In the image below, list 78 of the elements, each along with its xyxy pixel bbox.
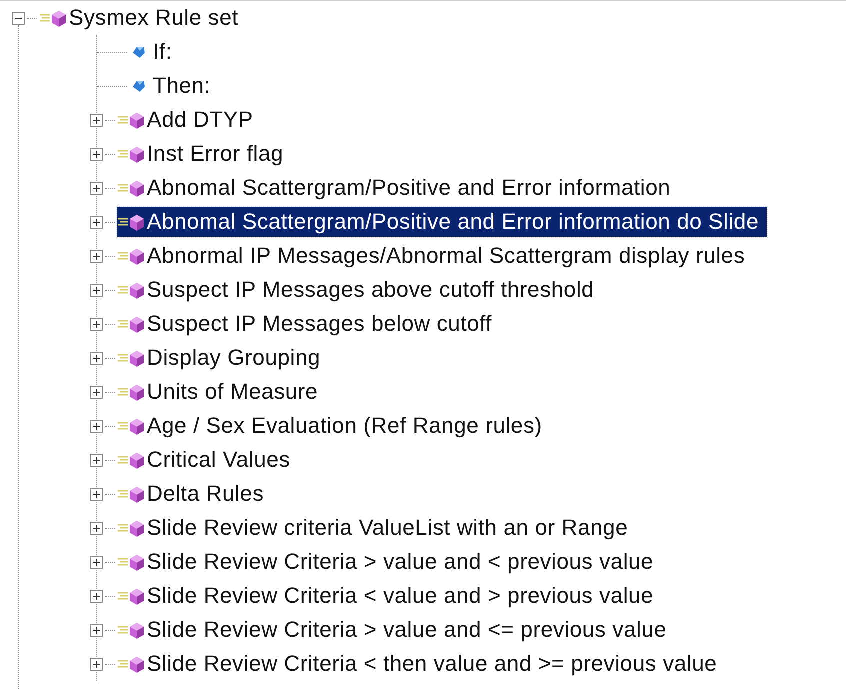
cube-icon xyxy=(117,314,145,334)
tree-item[interactable]: Add DTYP xyxy=(117,105,256,135)
tree-item[interactable]: Abnomal Scattergram/Positive and Error information xyxy=(117,173,673,203)
tree-item-label: Slide Review Criteria < value and > previous value xyxy=(147,583,654,609)
cube-icon xyxy=(117,586,145,606)
tree-item[interactable]: Slide Review Criteria < value and > previous value xyxy=(117,581,656,611)
tree-item[interactable]: If: xyxy=(129,37,174,67)
expand-box[interactable] xyxy=(90,522,103,534)
tree-item-label: Abnormal IP Messages/Abnormal Scattergram display rules xyxy=(147,243,746,269)
expand-box[interactable] xyxy=(90,556,103,568)
cube-icon xyxy=(117,212,145,232)
expand-box[interactable] xyxy=(90,352,103,364)
expand-box[interactable] xyxy=(90,318,103,330)
tree-item-label: Add DTYP xyxy=(147,107,254,133)
cube-icon xyxy=(117,416,145,436)
cube-icon xyxy=(117,280,145,300)
cube-icon xyxy=(117,484,145,504)
cube-icon xyxy=(117,348,145,368)
tree-item-label: Slide Review Criteria > value and <= previous value xyxy=(147,617,667,643)
tree-item[interactable]: Inst Error flag xyxy=(117,139,286,169)
expand-box[interactable] xyxy=(90,148,103,160)
expand-box[interactable] xyxy=(90,420,103,432)
expand-box[interactable] xyxy=(90,624,103,636)
tree-item-label: Suspect IP Messages below cutoff xyxy=(147,311,492,337)
cube-icon xyxy=(117,654,145,674)
tree-item[interactable]: Sysmex Rule set xyxy=(39,3,241,33)
cube-icon xyxy=(117,382,145,402)
tree-item[interactable]: Slide Review Criteria < then value and >= previous value xyxy=(117,649,720,679)
cube-icon xyxy=(117,144,145,164)
expand-box[interactable] xyxy=(90,114,103,126)
tree-item-label: Sysmex Rule set xyxy=(69,5,239,31)
tree-item[interactable]: Slide Review Criteria > value and <= previous value xyxy=(117,615,669,645)
tree-item[interactable]: Then: xyxy=(129,71,213,101)
expand-box[interactable] xyxy=(90,216,103,228)
cube-icon xyxy=(117,552,145,572)
tree-item-label: Then: xyxy=(153,73,211,99)
tree-item-label: Units of Measure xyxy=(147,379,318,405)
tree-item-label: Delta Rules xyxy=(147,481,264,507)
tree-item[interactable]: Abnormal IP Messages/Abnormal Scattergram display rules xyxy=(117,241,748,271)
gem-icon xyxy=(131,44,147,60)
tree-item-label: Slide Review Criteria < then value and >= previous value xyxy=(147,651,718,677)
tree-item-label: Slide Review criteria ValueList with an or Range xyxy=(147,515,628,541)
tree-item-label: Suspect IP Messages above cutoff threshold xyxy=(147,277,594,303)
tree-item[interactable]: Slide Review criteria ValueList with an or Range xyxy=(117,513,630,543)
expand-box[interactable] xyxy=(90,488,103,500)
cube-icon xyxy=(117,246,145,266)
collapse-box[interactable] xyxy=(12,12,25,24)
cube-icon xyxy=(117,178,145,198)
tree-item-label: Critical Values xyxy=(147,447,290,473)
tree-item-label: Inst Error flag xyxy=(147,141,284,167)
cube-icon xyxy=(117,620,145,640)
tree-item[interactable]: Suspect IP Messages above cutoff threshold xyxy=(117,275,596,305)
cube-icon xyxy=(117,110,145,130)
tree-item[interactable]: Age / Sex Evaluation (Ref Range rules) xyxy=(117,411,544,441)
tree-item-label: Abnomal Scattergram/Positive and Error information xyxy=(147,175,671,201)
tree-item[interactable]: Critical Values xyxy=(117,445,292,475)
tree-item[interactable]: Slide Review Criteria > value and < previous value xyxy=(117,547,656,577)
tree-item-label: Slide Review Criteria > value and < previous value xyxy=(147,549,654,575)
expand-box[interactable] xyxy=(90,590,103,602)
tree-item-label: Abnomal Scattergram/Positive and Error information do Slide xyxy=(147,209,759,235)
expand-box[interactable] xyxy=(90,284,103,296)
tree-item-label: Display Grouping xyxy=(147,345,321,371)
tree-item[interactable]: Units of Measure xyxy=(117,377,320,407)
expand-box[interactable] xyxy=(90,182,103,194)
expand-box[interactable] xyxy=(90,454,103,466)
tree-item-label: Age / Sex Evaluation (Ref Range rules) xyxy=(147,413,542,439)
cube-icon xyxy=(39,8,67,28)
cube-icon xyxy=(117,518,145,538)
gem-icon xyxy=(131,78,147,94)
expand-box[interactable] xyxy=(90,658,103,670)
tree-item[interactable]: Delta Rules xyxy=(117,479,266,509)
expand-box[interactable] xyxy=(90,250,103,262)
tree-item[interactable]: Abnomal Scattergram/Positive and Error information do Slide xyxy=(117,207,767,237)
tree-item[interactable]: Suspect IP Messages below cutoff xyxy=(117,309,494,339)
tree-item-label: If: xyxy=(153,39,172,65)
cube-icon xyxy=(117,450,145,470)
tree-item[interactable]: Display Grouping xyxy=(117,343,323,373)
expand-box[interactable] xyxy=(90,386,103,398)
